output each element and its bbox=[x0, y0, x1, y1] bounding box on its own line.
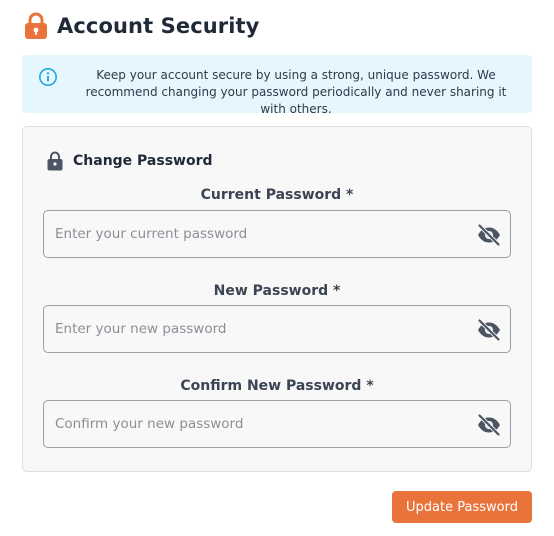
change-password-card: Change Password Current Password * New P… bbox=[22, 126, 532, 472]
current-password-input[interactable] bbox=[44, 211, 510, 257]
lock-icon bbox=[25, 12, 47, 39]
current-password-label: Current Password * bbox=[200, 187, 354, 203]
card-title: Change Password bbox=[47, 151, 213, 171]
new-password-input[interactable] bbox=[44, 306, 510, 352]
account-security-page: Account Security Keep your account secur… bbox=[0, 0, 554, 536]
confirm-password-input[interactable] bbox=[44, 401, 510, 447]
new-password-field[interactable] bbox=[43, 305, 511, 353]
confirm-password-field[interactable] bbox=[43, 400, 511, 448]
card-title-text: Change Password bbox=[73, 153, 213, 169]
current-password-field[interactable] bbox=[43, 210, 511, 258]
page-header: Account Security bbox=[24, 12, 259, 40]
info-circle-icon bbox=[39, 68, 57, 86]
new-password-label: New Password * bbox=[213, 283, 341, 299]
info-banner: Keep your account secure by using a stro… bbox=[22, 55, 532, 116]
update-password-button[interactable]: Update Password bbox=[392, 491, 532, 523]
info-message: Keep your account secure by using a stro… bbox=[85, 68, 507, 116]
eye-slash-icon[interactable] bbox=[476, 223, 502, 247]
page-title: Account Security bbox=[57, 14, 260, 38]
eye-slash-icon[interactable] bbox=[476, 413, 502, 437]
confirm-password-label: Confirm New Password * bbox=[180, 378, 374, 394]
eye-slash-icon[interactable] bbox=[476, 318, 502, 342]
lock-icon bbox=[47, 151, 63, 171]
